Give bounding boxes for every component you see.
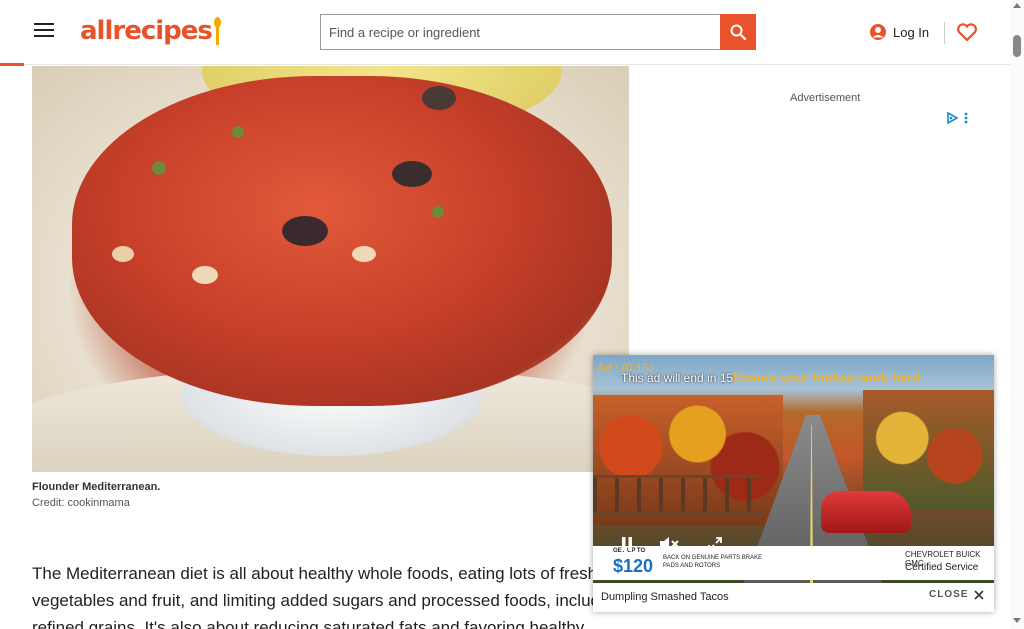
adchoices-button[interactable] xyxy=(946,112,968,124)
allrecipes-logo[interactable]: allrecipes xyxy=(80,14,221,48)
search-button[interactable] xyxy=(720,14,756,50)
image-caption: Flounder Mediterranean. xyxy=(32,481,161,493)
pause-button[interactable] xyxy=(607,529,647,559)
pause-icon xyxy=(622,537,632,551)
close-icon xyxy=(974,589,985,600)
saved-recipes-button[interactable] xyxy=(956,20,978,44)
image-credit: Credit: cookinmama xyxy=(32,497,130,509)
promo-certified: Certified Service xyxy=(905,562,979,573)
header-divider xyxy=(944,22,945,44)
more-options-icon xyxy=(964,112,968,124)
hamburger-icon[interactable] xyxy=(34,20,54,40)
ad-end-notice: This ad will end in 15 xyxy=(621,371,734,385)
video-ad-player[interactable]: Ad : (0:15) This ad will end in 15 Ensur… xyxy=(593,355,994,612)
search-input[interactable] xyxy=(320,14,720,50)
video-frame[interactable]: Ad : (0:15) This ad will end in 15 Ensur… xyxy=(593,355,994,583)
advertisement-label: Advertisement xyxy=(790,92,861,104)
login-label: Log In xyxy=(893,24,930,40)
car-image xyxy=(821,491,911,533)
page: allrecipes Log In xyxy=(0,0,1024,629)
close-label: CLOSE xyxy=(929,589,969,600)
logo-text: allrecipes xyxy=(80,16,213,46)
recipe-photo xyxy=(32,66,629,472)
promo-amount: $120 xyxy=(613,556,654,576)
close-video-button[interactable]: CLOSE xyxy=(929,589,985,600)
login-link[interactable]: Log In xyxy=(869,21,929,43)
user-icon xyxy=(870,24,886,40)
article-body: The Mediterranean diet is all about heal… xyxy=(32,564,623,629)
search-icon xyxy=(730,24,746,40)
adchoices-icon xyxy=(947,112,958,124)
page-scrollbar[interactable] xyxy=(1010,0,1024,629)
search-bar xyxy=(320,14,756,50)
spoon-icon xyxy=(213,17,221,45)
scrollbar-thumb[interactable] xyxy=(1013,35,1021,57)
ad-headline: Ensure your brakes work hard xyxy=(733,370,921,385)
menu-indicator xyxy=(0,63,24,66)
scroll-down-arrow[interactable] xyxy=(1013,618,1021,623)
site-header: allrecipes Log In xyxy=(0,0,1010,66)
video-title: Dumpling Smashed Tacos xyxy=(601,591,729,603)
scroll-up-arrow[interactable] xyxy=(1013,3,1021,8)
mute-button[interactable] xyxy=(649,529,689,559)
mute-icon xyxy=(660,537,679,551)
heart-icon xyxy=(957,23,977,41)
fullscreen-icon xyxy=(708,537,722,551)
fullscreen-button[interactable] xyxy=(695,529,735,559)
